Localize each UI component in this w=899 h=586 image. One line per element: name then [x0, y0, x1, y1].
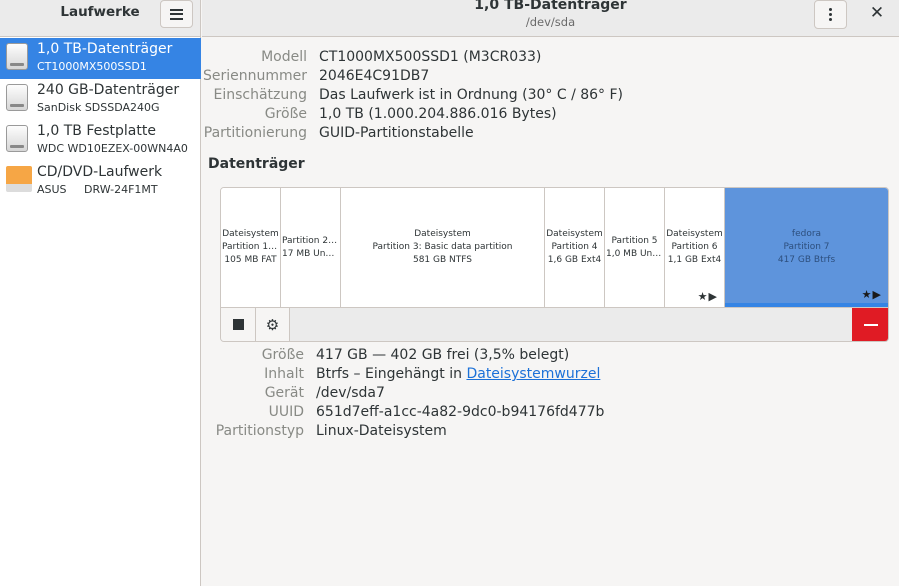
partition-6[interactable]: Dateisystem Partition 6 1,1 GB Ext4 ★▶ [665, 188, 725, 307]
partition-name: Partition 5 [611, 235, 658, 246]
pt-size-label: Größe [261, 347, 304, 363]
partition-2[interactable]: Partition 2: ... 17 MB Unbe... [281, 188, 341, 307]
mounted-star-play-icon: ★▶ [861, 288, 882, 301]
partition-name: Partition 4 [551, 242, 598, 252]
partition-type: Dateisystem [222, 229, 279, 239]
volumes-section-title: Datenträger [208, 156, 305, 172]
serial-label: Seriennummer [202, 68, 307, 84]
mountpoint-link[interactable]: Dateisystemwurzel [466, 366, 600, 382]
partitioning-value: GUID-Partitionstabelle [319, 125, 474, 141]
partition-type: Dateisystem [666, 229, 723, 239]
pt-type-value: Linux-Dateisystem [316, 423, 447, 439]
pt-type-label: Partitionstyp [215, 423, 304, 439]
close-icon: ✕ [869, 3, 885, 23]
drive-name: CD/DVD-Laufwerk [37, 164, 163, 180]
partition-row: Dateisystem Partition 1: E... 105 MB FAT… [221, 188, 888, 308]
pt-device-label: Gerät [264, 385, 304, 401]
partition-name: Partition 3: Basic data partition [372, 242, 513, 252]
selection-bar [725, 303, 888, 307]
sidebar-header: Laufwerke [0, 0, 200, 37]
window-title: 1,0 TB-Datenträger [474, 0, 627, 13]
partition-size: 1,0 MB Unb... [606, 248, 664, 259]
partition-size: 17 MB Unbe... [282, 248, 340, 259]
pt-device-value: /dev/sda7 [316, 385, 385, 401]
partition-type: fedora [791, 229, 822, 239]
minus-icon [863, 324, 878, 326]
assessment-value: Das Laufwerk ist in Ordnung (30° C / 86°… [319, 87, 624, 103]
partition-5[interactable]: Partition 5 1,0 MB Unb... [605, 188, 665, 307]
partition-type: Dateisystem [414, 229, 471, 239]
gear-icon: ⚙ [265, 315, 280, 334]
drive-item-cd-dvd[interactable]: CD/DVD-Laufwerk ASUS DRW-24F1MT [0, 161, 201, 202]
drive-model: ASUS DRW-24F1MT [37, 183, 158, 196]
partition-map: Dateisystem Partition 1: E... 105 MB FAT… [220, 187, 889, 342]
pt-uuid-value: 651d7eff-a1cc-4a82-9dc0-b94176fd477b [316, 404, 605, 420]
partition-type: Dateisystem [546, 229, 603, 239]
partitioning-label: Partitionierung [203, 125, 307, 141]
partition-name: Partition 2: ... [282, 235, 340, 246]
size-label: Größe [264, 106, 307, 122]
partition-size: 105 MB FAT [224, 255, 277, 265]
partition-name: Partition 1: E... [222, 242, 280, 252]
partition-3[interactable]: Dateisystem Partition 3: Basic data part… [341, 188, 545, 307]
partition-options-button[interactable]: ⚙ [256, 308, 290, 341]
window-subtitle: /dev/sda [525, 15, 576, 29]
assessment-label: Einschätzung [213, 87, 307, 103]
mounted-star-play-icon: ★▶ [697, 290, 718, 303]
stop-icon [232, 319, 244, 330]
partition-size: 1,6 GB Ext4 [547, 255, 602, 265]
partition-size: 581 GB NTFS [412, 255, 472, 265]
pt-content-value: Btrfs – Eingehängt in Dateisystemwurzel [316, 366, 600, 382]
pt-uuid-label: UUID [268, 404, 304, 420]
main-header: 1,0 TB-Datenträger /dev/sda ✕ [202, 0, 899, 37]
pt-content-label: Inhalt [264, 366, 304, 382]
model-label: Modell [261, 49, 307, 65]
content-prefix: Btrfs – Eingehängt in [316, 366, 467, 382]
hamburger-menu-button[interactable] [160, 0, 193, 28]
partition-7-selected[interactable]: fedora Partition 7 417 GB Btrfs ★▶ [725, 188, 888, 307]
hamburger-icon [170, 8, 183, 20]
partition-4[interactable]: Dateisystem Partition 4 1,6 GB Ext4 [545, 188, 605, 307]
size-value: 1,0 TB (1.000.204.886.016 Bytes) [319, 106, 557, 122]
partition-size: 1,1 GB Ext4 [667, 255, 722, 265]
partition-1[interactable]: Dateisystem Partition 1: E... 105 MB FAT [221, 188, 281, 307]
partition-size: 417 GB Btrfs [777, 255, 836, 265]
close-button[interactable]: ✕ [862, 2, 892, 26]
delete-partition-button[interactable] [852, 308, 888, 341]
vertical-dots-icon [829, 8, 832, 11]
optical-drive-icon [6, 166, 32, 194]
pt-size-value: 417 GB — 402 GB frei (3,5% belegt) [316, 347, 570, 363]
more-options-button[interactable] [814, 0, 847, 29]
partition-name: Partition 7 [783, 242, 830, 252]
unmount-button[interactable] [221, 308, 256, 341]
partition-name: Partition 6 [671, 242, 718, 252]
model-value: CT1000MX500SSD1 (M3CR033) [319, 49, 542, 65]
serial-value: 2046E4C91DB7 [319, 68, 430, 84]
